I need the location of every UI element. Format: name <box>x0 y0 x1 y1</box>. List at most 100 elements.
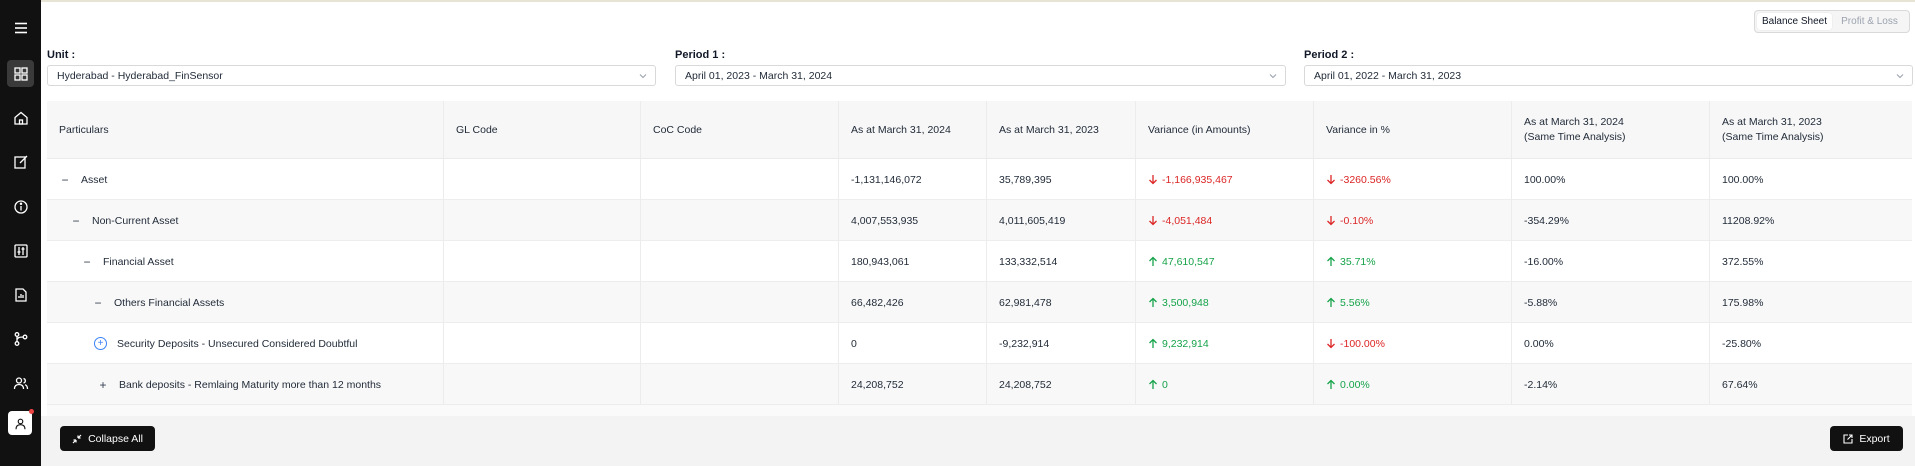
as-at-2023-cell: 24,208,752 <box>987 364 1136 405</box>
col-as-at-2024: As at March 31, 2024 <box>839 101 987 159</box>
period1-label: Period 1 : <box>675 49 726 61</box>
variance-text: 5.56% <box>1340 296 1370 309</box>
users-icon[interactable] <box>7 369 34 396</box>
variance-value: 35.71% <box>1326 256 1376 268</box>
particulars-cell: − Non-Current Asset <box>47 200 444 241</box>
table-row[interactable]: − Others Financial Assets 66,482,426 62,981… <box>47 282 1912 323</box>
col-as-at-2023: As at March 31, 2023 <box>987 101 1136 159</box>
particular-label: Financial Asset <box>103 255 174 268</box>
as-at-2024-cell: 4,007,553,935 <box>839 200 987 241</box>
variance-text: 0 <box>1162 378 1168 391</box>
sta-2024-cell: -5.88% <box>1512 282 1710 323</box>
sta-2023-cell: 372.55% <box>1722 255 1764 268</box>
variance-value: 0.00% <box>1326 379 1370 391</box>
gl-code-cell <box>444 323 641 364</box>
particular-label: Bank deposits - Remlaing Maturity more t… <box>119 378 382 391</box>
table-row[interactable]: − Financial Asset 180,943,061 133,332,514 47… <box>47 241 1912 282</box>
variance-percent-cell: -0.10% <box>1314 200 1512 241</box>
variance-text: 47,610,547 <box>1162 255 1215 268</box>
arrow-up-icon <box>1148 256 1158 267</box>
home-icon[interactable] <box>7 104 34 131</box>
as-at-2024-cell: 24,208,752 <box>839 364 987 405</box>
variance-text: -100.00% <box>1340 337 1385 350</box>
as-at-2024-cell: 180,943,061 <box>839 241 987 282</box>
variance-text: -3260.56% <box>1340 173 1391 186</box>
expand-circle-icon[interactable]: + <box>94 337 107 350</box>
expand-icon[interactable]: + <box>97 378 109 392</box>
col-sta-2024: As at March 31, 2024 (Same Time Analysis) <box>1512 101 1710 159</box>
variance-percent-cell: 5.56% <box>1314 282 1512 323</box>
collapse-row-icon[interactable]: − <box>92 296 104 310</box>
user-avatar-icon[interactable] <box>8 411 32 435</box>
as-at-2023-cell: -9,232,914 <box>987 323 1136 364</box>
menu-icon[interactable] <box>7 14 34 41</box>
coc-code-cell <box>641 282 839 323</box>
edit-icon[interactable] <box>7 148 34 175</box>
period2-select-value: April 01, 2022 - March 31, 2023 <box>1314 69 1462 82</box>
export-button[interactable]: Export <box>1830 426 1903 451</box>
dashboard-icon[interactable] <box>7 60 34 87</box>
workflow-icon[interactable] <box>7 325 34 352</box>
as-at-2023-cell: 133,332,514 <box>987 241 1136 282</box>
table-row[interactable]: + Bank deposits - Remlaing Maturity more … <box>47 364 1912 405</box>
variance-text: 35.71% <box>1340 255 1376 268</box>
collapse-row-icon[interactable]: − <box>59 173 71 187</box>
variance-value: -3260.56% <box>1326 174 1391 186</box>
variance-amount-cell: 9,232,914 <box>1136 323 1314 364</box>
arrow-up-icon <box>1326 256 1336 267</box>
report-icon[interactable] <box>7 281 34 308</box>
sta-2023-cell: -25.80% <box>1722 337 1762 350</box>
sta-2023-cell: 175.98% <box>1722 296 1764 309</box>
table-row[interactable]: − Asset -1,131,146,072 35,789,395 -1,166,935… <box>47 159 1912 200</box>
unit-select[interactable]: Hyderabad - Hyderabad_FinSensor <box>47 65 656 86</box>
report-type-toggle: Balance Sheet Profit & Loss <box>1754 10 1910 33</box>
sidebar <box>0 0 41 466</box>
particular-label: Security Deposits - Unsecured Considered… <box>117 337 358 350</box>
coc-code-cell <box>641 159 839 200</box>
variance-amount-cell: 0 <box>1136 364 1314 405</box>
as-at-2024-cell: 66,482,426 <box>839 282 987 323</box>
as-at-2024-cell: 0 <box>839 323 987 364</box>
sliders-icon[interactable] <box>7 237 34 264</box>
collapse-row-icon[interactable]: − <box>70 214 82 228</box>
period2-select[interactable]: April 01, 2022 - March 31, 2023 <box>1304 65 1913 86</box>
variance-amount-cell: -1,166,935,467 <box>1136 159 1314 200</box>
notification-dot <box>29 409 34 414</box>
profit-loss-tab[interactable]: Profit & Loss <box>1832 13 1907 30</box>
variance-value: -4,051,484 <box>1148 215 1212 227</box>
variance-value: 0 <box>1148 379 1168 391</box>
period1-select[interactable]: April 01, 2023 - March 31, 2024 <box>675 65 1286 86</box>
variance-percent-cell: 35.71% <box>1314 241 1512 282</box>
arrow-up-icon <box>1148 379 1158 390</box>
variance-value: -1,166,935,467 <box>1148 174 1233 186</box>
gl-code-cell <box>444 159 641 200</box>
arrow-down-icon <box>1148 215 1158 226</box>
balance-sheet-table: Particulars GL Code CoC Code As at March… <box>47 101 1912 416</box>
variance-value: -100.00% <box>1326 338 1385 350</box>
chevron-down-icon <box>1269 74 1277 79</box>
sta-2023-cell: 11208.92% <box>1722 214 1775 227</box>
coc-code-cell <box>641 241 839 282</box>
gl-code-cell <box>444 241 641 282</box>
as-at-2023-cell: 62,981,478 <box>987 282 1136 323</box>
col-variance-percent: Variance in % <box>1314 101 1512 159</box>
unit-select-value: Hyderabad - Hyderabad_FinSensor <box>57 69 223 82</box>
table-row[interactable]: + Security Deposits - Unsecured Considere… <box>47 323 1912 364</box>
info-icon[interactable] <box>7 193 34 220</box>
col-gl-code: GL Code <box>444 101 641 159</box>
table-header: Particulars GL Code CoC Code As at March… <box>47 101 1912 159</box>
as-at-2024-cell: -1,131,146,072 <box>839 159 987 200</box>
variance-amount-cell: 47,610,547 <box>1136 241 1314 282</box>
collapse-all-button[interactable]: Collapse All <box>60 426 155 451</box>
balance-sheet-tab[interactable]: Balance Sheet <box>1757 13 1832 30</box>
col-variance-amount: Variance (in Amounts) <box>1136 101 1314 159</box>
footer-bar <box>41 416 1915 466</box>
coc-code-cell <box>641 200 839 241</box>
table-row[interactable]: − Non-Current Asset 4,007,553,935 4,011,605… <box>47 200 1912 241</box>
collapse-row-icon[interactable]: − <box>81 255 93 269</box>
gl-code-cell <box>444 364 641 405</box>
particular-label: Others Financial Assets <box>114 296 225 309</box>
variance-text: 0.00% <box>1340 378 1370 391</box>
sta-2024-cell: 100.00% <box>1512 159 1710 200</box>
as-at-2023-cell: 35,789,395 <box>987 159 1136 200</box>
